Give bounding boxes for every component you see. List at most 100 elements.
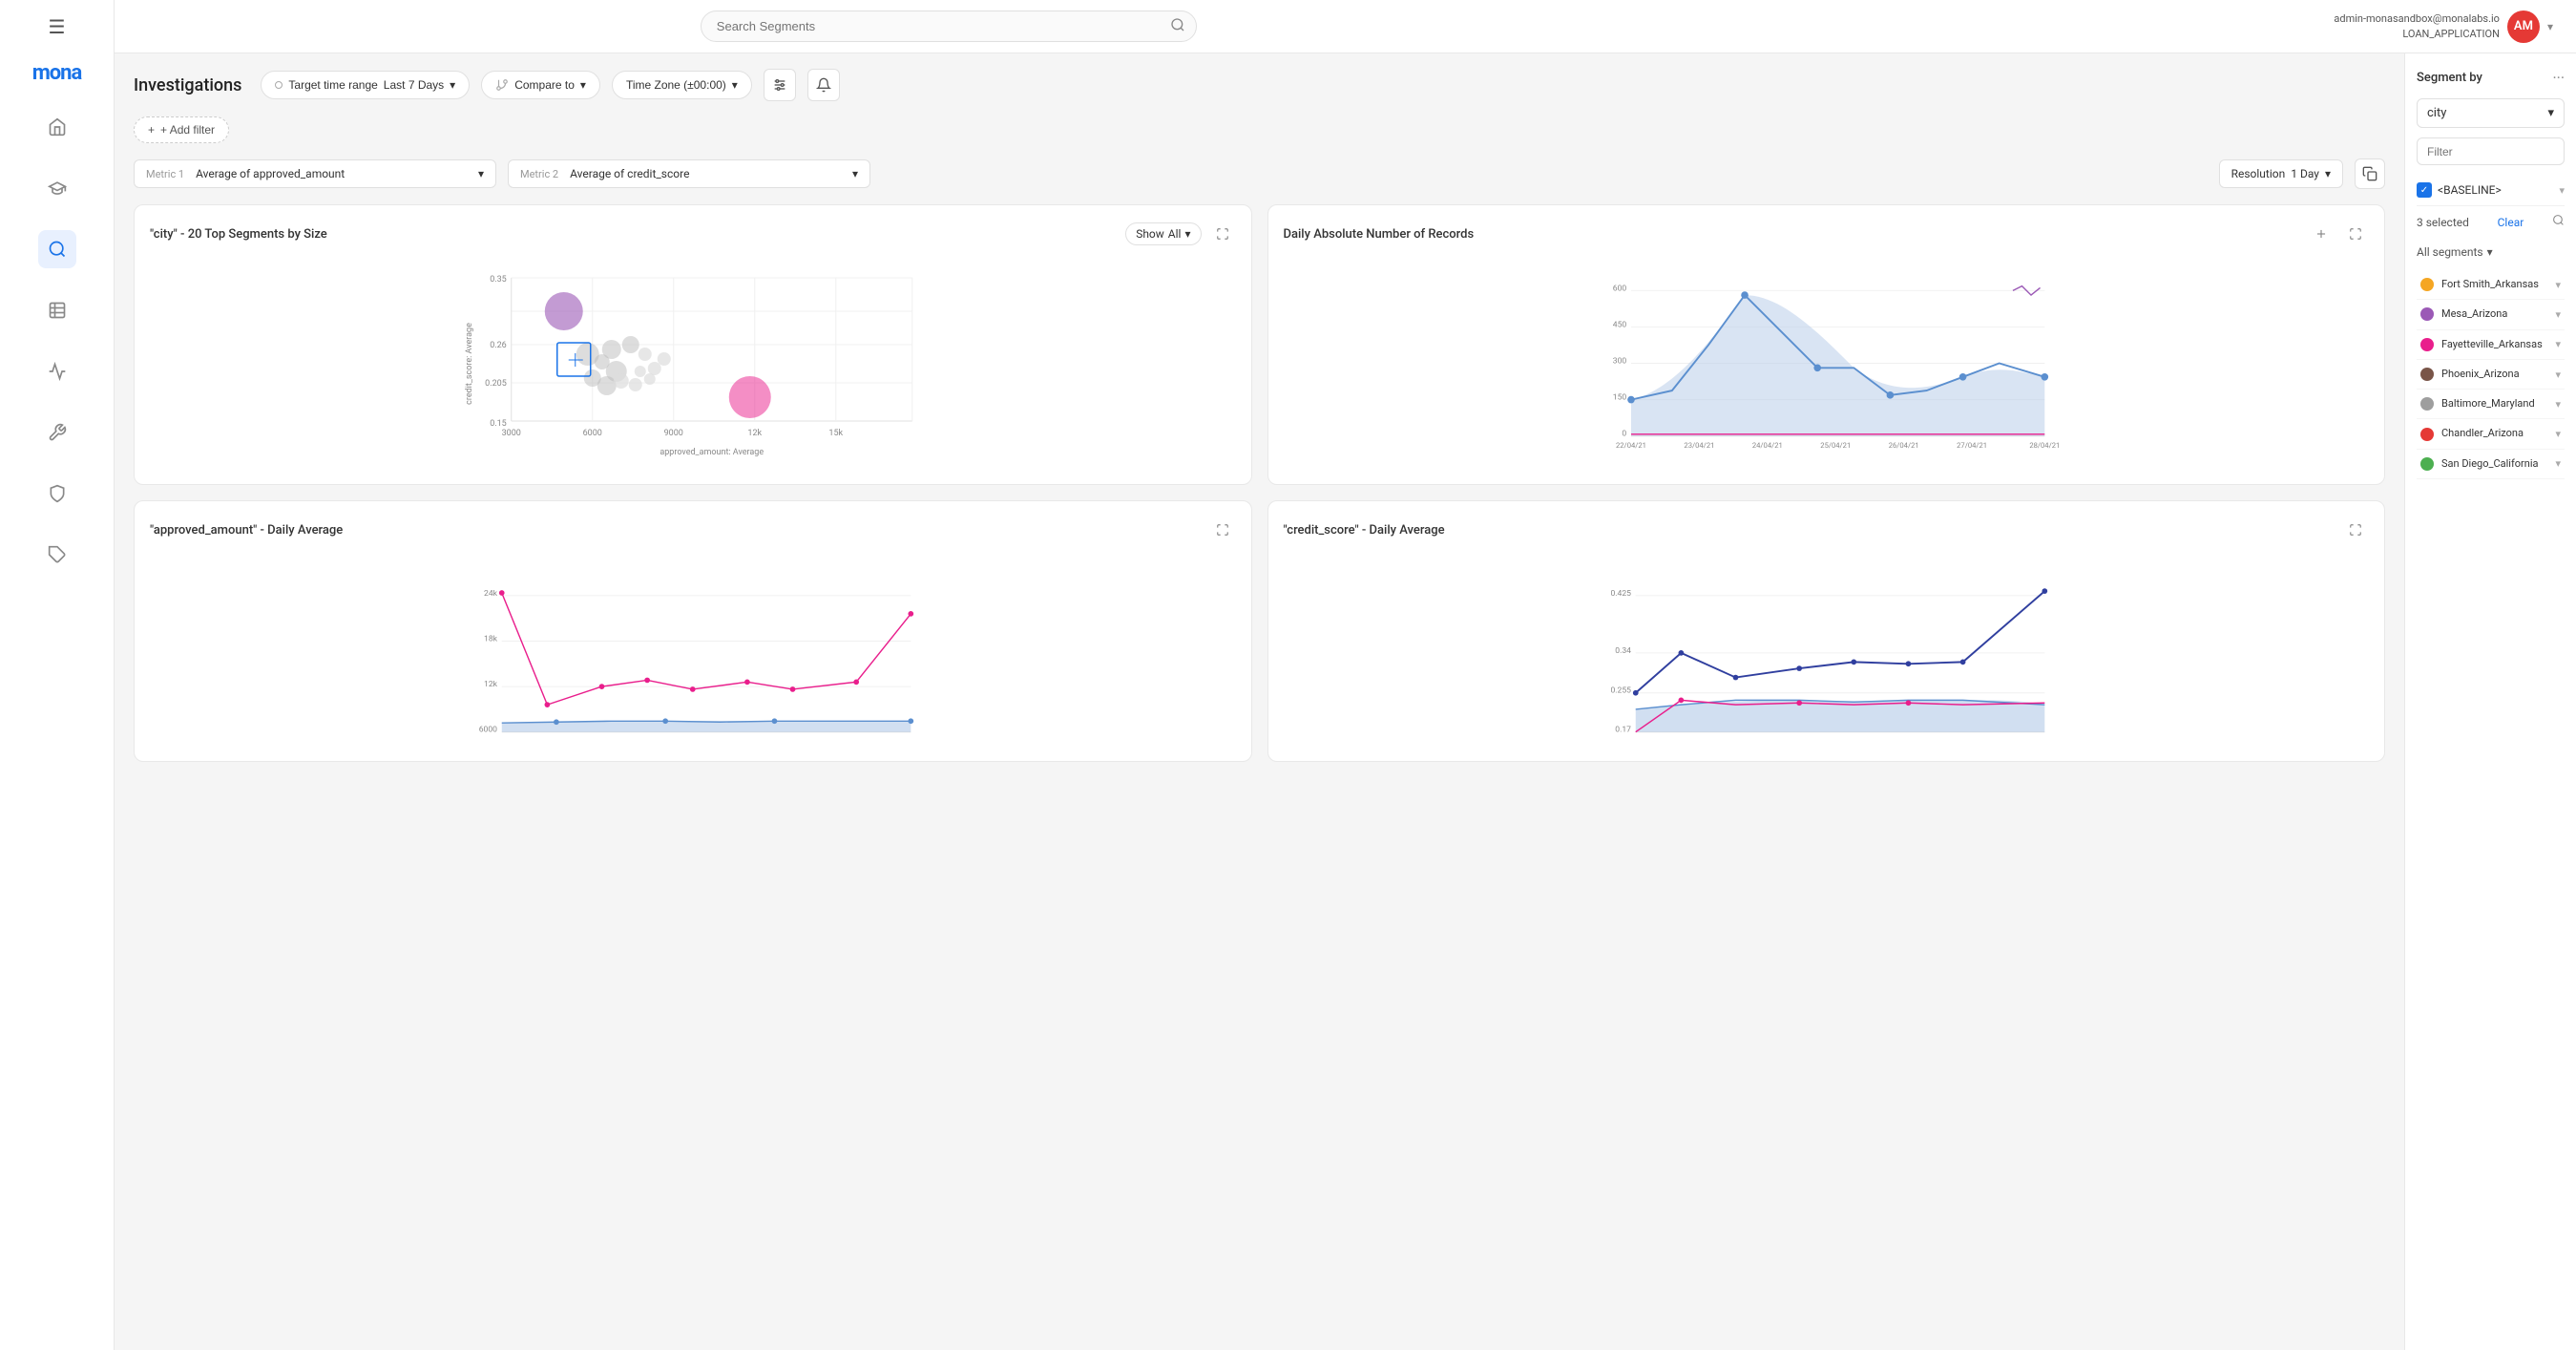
clear-button[interactable]: Clear xyxy=(2498,216,2524,229)
metric1-value: Average of approved_amount xyxy=(196,167,471,180)
segment-list-item[interactable]: Mesa_Arizona ▾ xyxy=(2417,300,2565,329)
segment-item-chevron-icon: ▾ xyxy=(2555,398,2561,411)
settings-icon-button[interactable] xyxy=(764,69,796,101)
svg-text:26/04/21: 26/04/21 xyxy=(1888,441,1918,450)
scatter-chart-area: credit_score: Average xyxy=(150,259,1236,469)
filter-search-icon[interactable] xyxy=(2552,214,2565,230)
metric1-select[interactable]: Metric 1 Average of approved_amount ▾ xyxy=(134,159,496,188)
sidebar-item-shield[interactable] xyxy=(38,475,76,513)
resolution-select[interactable]: Resolution 1 Day ▾ xyxy=(2219,159,2343,188)
credit-score-chart-area: 0.17 0.255 0.34 0.425 xyxy=(1284,555,2370,746)
sidebar-item-compare[interactable] xyxy=(38,352,76,390)
credit-score-chart-card: "credit_score" - Daily Average 0.17 0.25… xyxy=(1267,500,2386,762)
selected-info: 3 selected Clear xyxy=(2417,206,2565,238)
segment-by-value: city xyxy=(2427,106,2446,120)
compare-label: Compare to xyxy=(514,78,575,92)
approved-amount-controls xyxy=(1209,517,1236,543)
target-dot-icon xyxy=(275,81,283,89)
segment-list-item[interactable]: Baltimore_Maryland ▾ xyxy=(2417,390,2565,419)
svg-text:300: 300 xyxy=(1612,357,1626,367)
segment-list-item[interactable]: Chandler_Arizona ▾ xyxy=(2417,419,2565,449)
svg-text:credit_score: Average: credit_score: Average xyxy=(465,323,474,405)
scatter-svg: credit_score: Average xyxy=(150,259,1236,469)
approved-amount-header: "approved_amount" - Daily Average xyxy=(150,517,1236,543)
segment-list-item[interactable]: San Diego_California ▾ xyxy=(2417,450,2565,479)
segment-list-item[interactable]: Fort Smith_Arkansas ▾ xyxy=(2417,270,2565,300)
search-input[interactable] xyxy=(701,11,1197,42)
avatar[interactable]: AM xyxy=(2507,11,2540,43)
svg-text:23/04/21: 23/04/21 xyxy=(1684,441,1714,450)
bell-icon-button[interactable] xyxy=(807,69,840,101)
menu-icon[interactable]: ☰ xyxy=(49,15,66,38)
more-options-icon[interactable]: ··· xyxy=(2552,69,2565,87)
approved-amount-expand-icon[interactable] xyxy=(1209,517,1236,543)
timezone-button[interactable]: Time Zone (±00:00) ▾ xyxy=(612,71,752,99)
segment-by-dropdown[interactable]: city ▾ xyxy=(2417,98,2565,128)
sidebar: ☰ mona xyxy=(0,0,115,1350)
segment-dot-icon xyxy=(2420,338,2434,351)
segment-name: Fort Smith_Arkansas xyxy=(2441,278,2547,291)
user-email-text: admin-monasandbox@monalabs.io xyxy=(2334,11,2500,26)
segment-item-chevron-icon: ▾ xyxy=(2555,428,2561,440)
segment-list-item[interactable]: Phoenix_Arizona ▾ xyxy=(2417,360,2565,390)
segment-by-header: Segment by ··· xyxy=(2417,69,2565,87)
user-chevron-icon[interactable]: ▾ xyxy=(2547,20,2553,33)
all-segments-toggle[interactable]: All segments ▾ xyxy=(2417,242,2565,263)
svg-text:0.34: 0.34 xyxy=(1615,646,1631,656)
daily-records-chart-area: 0 150 300 450 600 xyxy=(1284,259,2370,450)
credit-score-title: "credit_score" - Daily Average xyxy=(1284,523,1445,538)
segment-dot-icon xyxy=(2420,397,2434,411)
center-panel: Investigations Target time range Last 7 … xyxy=(115,53,2404,1350)
svg-text:0.35: 0.35 xyxy=(490,275,507,285)
sidebar-item-tag[interactable] xyxy=(38,536,76,574)
page-title: Investigations xyxy=(134,75,241,95)
segment-list-item[interactable]: Fayetteville_Arkansas ▾ xyxy=(2417,330,2565,360)
daily-records-extra-icon[interactable] xyxy=(2308,221,2335,247)
resolution-chevron-icon: ▾ xyxy=(2325,167,2331,180)
scatter-chart-controls: Show All ▾ xyxy=(1125,221,1235,247)
segment-list: Fort Smith_Arkansas ▾ Mesa_Arizona ▾ Fay… xyxy=(2417,270,2565,479)
svg-text:0.17: 0.17 xyxy=(1615,726,1631,735)
baseline-row: <BASELINE> ▾ xyxy=(2417,175,2565,206)
copy-icon-button[interactable] xyxy=(2355,158,2385,189)
sidebar-item-investigate[interactable] xyxy=(38,230,76,268)
compare-to-button[interactable]: Compare to ▾ xyxy=(481,71,600,99)
add-filter-button[interactable]: + + Add filter xyxy=(134,116,229,143)
sidebar-item-reports[interactable] xyxy=(38,291,76,329)
svg-text:6000: 6000 xyxy=(583,429,602,438)
baseline-label: <BASELINE> xyxy=(2438,183,2553,197)
daily-records-expand-icon[interactable] xyxy=(2342,221,2369,247)
scatter-expand-icon[interactable] xyxy=(1209,221,1236,247)
metric2-chevron-icon: ▾ xyxy=(852,167,858,180)
scatter-chart-card: "city" - 20 Top Segments by Size Show Al… xyxy=(134,204,1252,485)
add-filter-label: + Add filter xyxy=(160,123,215,137)
segment-dot-icon xyxy=(2420,428,2434,441)
metric1-label: Metric 1 xyxy=(146,168,184,180)
segment-item-chevron-icon: ▾ xyxy=(2555,457,2561,470)
approved-amount-svg: 6000 12k 18k 24k xyxy=(150,555,1236,746)
svg-text:0.15: 0.15 xyxy=(490,419,507,429)
sidebar-item-home[interactable] xyxy=(38,108,76,146)
svg-text:6000: 6000 xyxy=(479,726,497,735)
segment-dot-icon xyxy=(2420,457,2434,471)
segment-dropdown-chevron-icon: ▾ xyxy=(2547,106,2554,120)
scatter-chart-title: "city" - 20 Top Segments by Size xyxy=(150,227,327,242)
show-all-select[interactable]: Show All ▾ xyxy=(1125,222,1201,245)
sidebar-item-learn[interactable] xyxy=(38,169,76,207)
svg-text:28/04/21: 28/04/21 xyxy=(2029,441,2060,450)
target-time-range-button[interactable]: Target time range Last 7 Days ▾ xyxy=(261,71,470,99)
main-panel: admin-monasandbox@monalabs.io LOAN_APPLI… xyxy=(115,0,2576,1350)
topbar: admin-monasandbox@monalabs.io LOAN_APPLI… xyxy=(115,0,2576,53)
sidebar-item-tools[interactable] xyxy=(38,413,76,452)
credit-score-svg: 0.17 0.255 0.34 0.425 xyxy=(1284,555,2370,746)
metric2-select[interactable]: Metric 2 Average of credit_score ▾ xyxy=(508,159,870,188)
segment-filter-input[interactable] xyxy=(2417,137,2565,165)
user-area: admin-monasandbox@monalabs.io LOAN_APPLI… xyxy=(2334,11,2553,43)
approved-amount-chart-area: 6000 12k 18k 24k xyxy=(150,555,1236,746)
show-chevron-icon: ▾ xyxy=(1184,227,1190,241)
baseline-checkbox[interactable] xyxy=(2417,182,2432,198)
credit-score-expand-icon[interactable] xyxy=(2342,517,2369,543)
segment-filter-field[interactable] xyxy=(2427,145,2575,158)
svg-text:9000: 9000 xyxy=(664,429,683,438)
search-icon xyxy=(1170,17,1185,36)
